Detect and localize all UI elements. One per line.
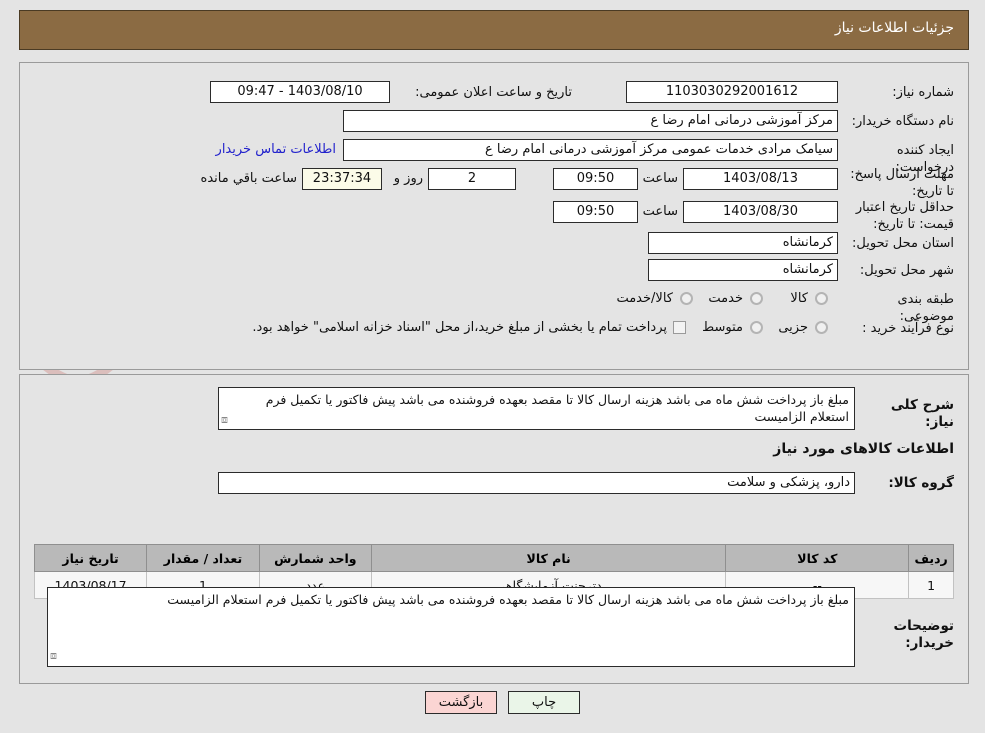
price-validity-time: 09:50 (553, 201, 638, 223)
need-number-value: 1103030292001612 (626, 81, 838, 103)
back-button[interactable]: بازگشت (425, 691, 497, 714)
need-info-panel: شماره نیاز: 1103030292001612 تاریخ و ساع… (19, 62, 969, 370)
goods-group-value: دارو، پزشکی و سلامت (218, 472, 855, 494)
price-validity-label: حداقل تاریخ اعتبار قیمت: تا تاریخ: (855, 200, 954, 232)
buyer-contact-link[interactable]: اطلاعات تماس خریدار (216, 139, 336, 161)
purchase-type-label: نوع فرآیند خرید : (862, 321, 954, 336)
city-value: کرمانشاه (648, 259, 838, 281)
radio-classification-kala-label: کالا (790, 291, 808, 306)
city-label: شهر محل تحویل: (859, 263, 954, 278)
radio-purchase-motevaset[interactable] (750, 321, 763, 334)
deadline-time: 09:50 (553, 168, 638, 190)
treasury-checkbox-label: پرداخت تمام یا بخشی از مبلغ خرید،از محل … (252, 320, 667, 335)
col-unit: واحد شمارش (258, 544, 372, 572)
days-remaining-value: 2 (428, 168, 516, 190)
price-validity-hour-label: ساعت (642, 204, 678, 219)
deadline-hour-label: ساعت (642, 171, 678, 186)
need-number-label: شماره نیاز: (892, 85, 954, 100)
col-code: کد کالا (725, 544, 910, 572)
buyer-org-label: نام دستگاه خریدار: (851, 114, 954, 129)
radio-classification-kala-khedmat-label: کالا/خدمت (616, 291, 673, 306)
buyer-org-value: مرکز آموزشی درمانی امام رضا ع (343, 110, 838, 132)
buyer-notes-resize-grip[interactable]: ⧈ (50, 649, 57, 663)
announcement-value: 1403/08/10 - 09:47 (210, 81, 390, 103)
page-root: AriaTender.net جزئیات اطلاعات نیاز شماره… (0, 0, 985, 733)
buyer-notes-textarea[interactable]: مبلغ باز پرداخت شش ماه می باشد هزینه ارس… (47, 587, 855, 667)
requester-value: سیامک مرادی خدمات عمومی مرکز آموزشی درما… (343, 139, 838, 161)
col-name: نام کالا (370, 544, 727, 572)
page-title: جزئیات اطلاعات نیاز (834, 20, 954, 36)
radio-purchase-jozee[interactable] (815, 321, 828, 334)
treasury-checkbox[interactable] (673, 321, 686, 334)
time-remaining-value: 23:37:34 (302, 168, 382, 190)
deadline-date: 1403/08/13 (683, 168, 838, 190)
goods-group-label: گروه کالا: (888, 475, 954, 491)
radio-classification-kala[interactable] (815, 292, 828, 305)
description-resize-grip[interactable]: ⧈ (221, 413, 228, 427)
description-label: شرح کلی نیاز: (890, 397, 954, 430)
province-label: استان محل تحویل: (852, 236, 954, 251)
announcement-label: تاریخ و ساعت اعلان عمومی: (415, 85, 572, 100)
buyer-notes-label: توضیحات خریدار: (893, 618, 954, 651)
radio-classification-khedmat[interactable] (750, 292, 763, 305)
deadline-label: مهلت ارسال پاسخ: تا تاریخ: (850, 167, 954, 199)
cell-row: 1 (908, 571, 954, 599)
page-header-bar: جزئیات اطلاعات نیاز (19, 10, 969, 50)
print-button[interactable]: چاپ (508, 691, 580, 714)
description-textarea[interactable]: مبلغ باز پرداخت شش ماه می باشد هزینه ارس… (218, 387, 855, 430)
goods-table-header-row: ردیف کد کالا نام کالا واحد شمارش تعداد /… (33, 544, 954, 572)
radio-purchase-jozee-label: جزیی (778, 320, 808, 335)
radio-classification-khedmat-label: خدمت (708, 291, 743, 306)
radio-classification-kala-khedmat[interactable] (680, 292, 693, 305)
details-panel: شرح کلی نیاز: مبلغ باز پرداخت شش ماه می … (19, 374, 969, 684)
col-row: ردیف (908, 544, 954, 572)
price-validity-date: 1403/08/30 (683, 201, 838, 223)
col-date: تاریخ نیاز (33, 544, 148, 572)
province-value: کرمانشاه (648, 232, 838, 254)
goods-section-title: اطلاعات کالاهای مورد نیاز (773, 441, 954, 457)
col-quantity: تعداد / مقدار (146, 544, 260, 572)
days-word-label: روز و (393, 171, 423, 186)
remaining-word-label: ساعت باقي مانده (200, 171, 297, 186)
radio-purchase-motevaset-label: متوسط (702, 320, 743, 335)
